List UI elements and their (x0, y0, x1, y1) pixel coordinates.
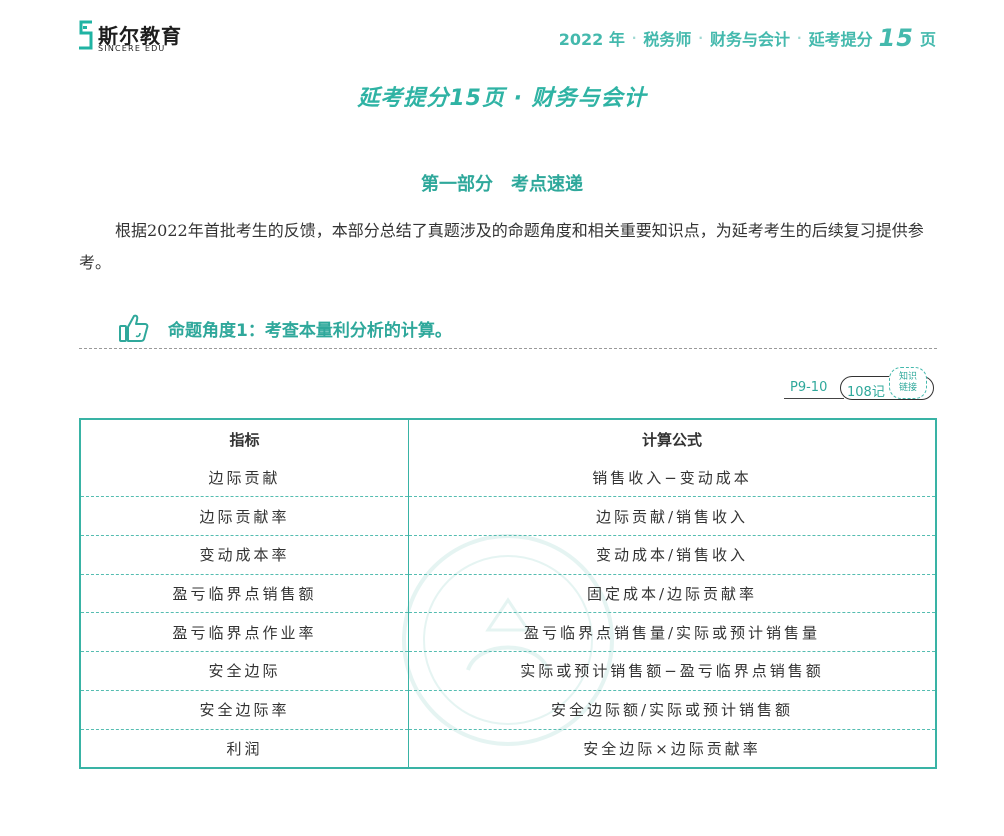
header-series-number: 15 (878, 24, 914, 52)
indicator-cell: 安全边际 (81, 651, 409, 691)
section-part: 第一部分 (421, 174, 493, 195)
topic-heading: 命题角度1：考查本量利分析的计算。 (118, 312, 452, 344)
thumbs-up-icon (119, 314, 149, 342)
header-series-suffix: 页 (919, 30, 936, 49)
header-year: 2022 年 (558, 30, 625, 49)
header-exam: 税务师 (643, 30, 692, 49)
ref-pages: P9-10 (790, 380, 828, 395)
formula-cell: 实际或预计销售额−盈亏临界点销售额 (408, 651, 935, 691)
table-row: 变动成本率 变动成本/销售收入 (81, 535, 935, 575)
table-row: 安全边际 实际或预计销售额−盈亏临界点销售额 (81, 651, 935, 691)
indicator-cell: 边际贡献率 (81, 496, 409, 536)
ref-pill: 108记 知识 链接 (840, 367, 934, 400)
table-row: 安全边际率 安全边际额/实际或预计销售额 (81, 689, 935, 730)
topic-text: 命题角度1：考查本量利分析的计算。 (168, 320, 452, 341)
formula-cell: 盈亏临界点销售量/实际或预计销售量 (408, 612, 935, 652)
dashed-divider (79, 348, 937, 349)
knowledge-link-badge: 知识 链接 (889, 367, 927, 399)
s-logo-icon (79, 20, 93, 50)
table-row: 边际贡献 销售收入−变动成本 (81, 459, 935, 497)
formula-cell: 安全边际×边际贡献率 (408, 728, 935, 767)
header-formula: 计算公式 (641, 431, 702, 449)
formula-cell: 固定成本/边际贡献率 (408, 573, 935, 613)
table-header-row: 指标 计算公式 (81, 420, 935, 459)
table-row: 盈亏临界点销售额 固定成本/边际贡献率 (81, 573, 935, 613)
header-indicator: 指标 (81, 420, 409, 459)
indicator-cell: 变动成本率 (81, 535, 409, 575)
header-series-prefix: 延考提分 (808, 30, 873, 49)
table-row: 利润 安全边际×边际贡献率 (81, 728, 935, 767)
running-header: 2022 年 · 税务师 · 财务与会计 · 延考提分 15 页 (559, 24, 936, 52)
indicator-cell: 盈亏临界点销售额 (81, 573, 409, 613)
section-heading: 第一部分 考点速递 (0, 170, 1004, 196)
intro-paragraph: 根据2022年首批考生的反馈，本部分总结了真题涉及的命题角度和相关重要知识点，为… (79, 221, 924, 272)
brand-name-en: SINCERE EDU (98, 44, 166, 53)
formula-table-grid: 指标 计算公式 边际贡献 销售收入−变动成本 边际贡献率 边际贡献/销售收入 变… (81, 420, 935, 767)
indicator-cell: 边际贡献 (81, 459, 409, 497)
indicator-cell: 安全边际率 (81, 689, 409, 730)
formula-table: 指标 计算公式 边际贡献 销售收入−变动成本 边际贡献率 边际贡献/销售收入 变… (79, 418, 937, 769)
formula-cell: 销售收入−变动成本 (592, 469, 752, 488)
table-row: 边际贡献率 边际贡献/销售收入 (81, 496, 935, 536)
header-separator: · (698, 31, 703, 45)
header-separator: · (631, 31, 637, 45)
page-title: 延考提分15页 · 财务与会计 (357, 86, 647, 111)
knowledge-link[interactable]: P9-10 108记 知识 链接 (784, 366, 944, 406)
formula-cell: 变动成本/销售收入 (408, 535, 935, 575)
ref-underline (784, 398, 844, 399)
indicator-cell: 利润 (81, 728, 409, 767)
table-row: 盈亏临界点作业率 盈亏临界点销售量/实际或预计销售量 (81, 612, 935, 652)
header-subject: 财务与会计 (709, 30, 790, 49)
section-name: 考点速递 (511, 174, 583, 195)
badge-line-1: 知识 (898, 372, 917, 382)
formula-cell: 安全边际额/实际或预计销售额 (408, 689, 935, 730)
ref-note: 108记 (847, 385, 885, 400)
indicator-cell: 盈亏临界点作业率 (81, 612, 409, 652)
header-separator: · (797, 31, 802, 45)
brand-logo: 斯尔教育 SINCERE EDU (78, 20, 181, 54)
formula-cell: 边际贡献/销售收入 (408, 496, 935, 536)
badge-line-2: 链接 (898, 383, 917, 393)
